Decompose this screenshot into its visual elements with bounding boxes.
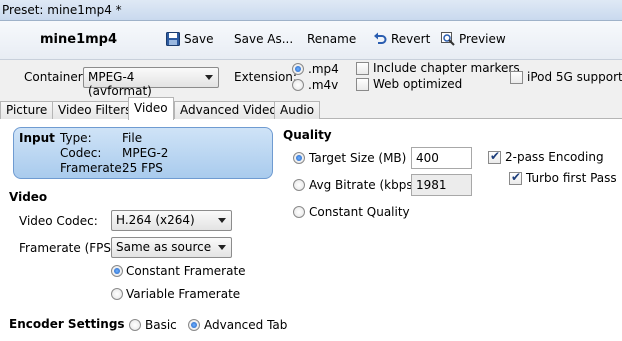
chevron-down-icon: [205, 75, 213, 80]
ipod-5g-checkbox[interactable]: [510, 71, 523, 84]
framerate-label: Framerate (FPS):: [19, 241, 120, 255]
constant-framerate-radio[interactable]: [111, 265, 123, 277]
avg-bitrate-input[interactable]: 1981: [411, 174, 472, 196]
window-title: Preset: mine1mp4 *: [2, 3, 122, 17]
target-size-label: Target Size (MB): [309, 151, 407, 165]
tab-advanced-video[interactable]: Advanced Video: [174, 101, 283, 119]
encoder-advanced-tab-radio[interactable]: [188, 319, 200, 331]
framerate-select[interactable]: Same as source: [111, 237, 232, 258]
constant-quality-label: Constant Quality: [309, 205, 410, 219]
video-codec-value: H.264 (x264): [116, 213, 195, 227]
tab-picture[interactable]: Picture: [0, 101, 54, 119]
input-title: Input: [19, 131, 55, 145]
video-codec-label: Video Codec:: [19, 214, 98, 228]
web-optimized-checkbox[interactable]: [356, 78, 369, 91]
avg-bitrate-radio[interactable]: [293, 179, 305, 191]
magnifier-preview-icon: [441, 32, 455, 46]
tab-video[interactable]: Video: [128, 97, 174, 120]
avg-bitrate-label: Avg Bitrate (kbps): [309, 178, 418, 192]
two-pass-encoding-checkbox[interactable]: [488, 149, 501, 164]
variable-framerate-radio[interactable]: [111, 288, 123, 300]
save-as-button[interactable]: Save As...: [234, 32, 293, 46]
tab-video-filters[interactable]: Video Filters: [52, 101, 138, 119]
extension-mp4-label: .mp4: [308, 62, 339, 76]
constant-quality-radio[interactable]: [293, 206, 305, 218]
save-as-label: Save As...: [234, 32, 294, 46]
chevron-down-icon: [218, 245, 226, 250]
include-chapter-markers-checkbox[interactable]: [356, 62, 369, 75]
input-type-value: File: [122, 131, 143, 145]
turbo-first-pass-label: Turbo first Pass: [526, 171, 617, 185]
extension-m4v-radio[interactable]: [292, 79, 304, 91]
video-codec-select[interactable]: H.264 (x264): [111, 210, 232, 231]
undo-arrow-icon: [373, 32, 387, 46]
save-button[interactable]: Save: [166, 32, 213, 46]
include-chapter-markers-label: Include chapter markers: [373, 61, 520, 75]
variable-framerate-label: Variable Framerate: [126, 287, 241, 301]
rename-button[interactable]: Rename: [307, 32, 356, 46]
constant-framerate-label: Constant Framerate: [126, 264, 246, 278]
preview-button[interactable]: Preview: [441, 32, 506, 46]
revert-label: Revert: [391, 32, 431, 46]
framerate-value: Same as source: [116, 240, 212, 254]
input-codec-value: MPEG-2: [122, 146, 169, 160]
target-size-input[interactable]: 400: [411, 147, 472, 169]
quality-section-header: Quality: [283, 128, 332, 142]
floppy-disk-icon: [166, 32, 180, 46]
web-optimized-label: Web optimized: [373, 77, 463, 91]
extension-mp4-radio[interactable]: [292, 63, 304, 75]
encoder-advanced-tab-label: Advanced Tab: [204, 318, 288, 332]
encoder-basic-radio[interactable]: [129, 319, 141, 331]
video-section-header: Video: [9, 190, 48, 204]
preview-label: Preview: [459, 32, 506, 46]
extension-label: Extension:: [234, 70, 297, 84]
input-framerate-value: 25 FPS: [122, 161, 163, 175]
preset-name: mine1mp4: [40, 32, 118, 47]
extension-m4v-label: .m4v: [308, 78, 339, 92]
ipod-5g-label: iPod 5G support: [527, 70, 622, 84]
encoder-basic-label: Basic: [145, 318, 177, 332]
container-label: Container:: [24, 70, 87, 84]
window-title-bar: Preset: mine1mp4 *: [0, 0, 622, 21]
container-value: MPEG-4 (avformat): [88, 70, 152, 98]
container-select[interactable]: MPEG-4 (avformat): [83, 67, 219, 98]
save-label: Save: [184, 32, 214, 46]
input-codec-label: Codec:: [60, 146, 102, 160]
turbo-first-pass-checkbox[interactable]: [509, 170, 522, 185]
tab-bar: Picture Video Filters Video Advanced Vid…: [0, 97, 622, 120]
rename-label: Rename: [307, 32, 357, 46]
input-type-label: Type:: [60, 131, 92, 145]
tab-audio[interactable]: Audio: [274, 101, 321, 119]
two-pass-encoding-label: 2-pass Encoding: [505, 150, 604, 164]
revert-button[interactable]: Revert: [373, 32, 430, 46]
chevron-down-icon: [218, 218, 226, 223]
target-size-radio[interactable]: [293, 152, 305, 164]
toolbar: mine1mp4 Save Save As... Rename Revert P…: [0, 21, 622, 60]
input-framerate-label: Framerate:: [60, 161, 126, 175]
encoder-settings-header: Encoder Settings: [9, 317, 125, 331]
